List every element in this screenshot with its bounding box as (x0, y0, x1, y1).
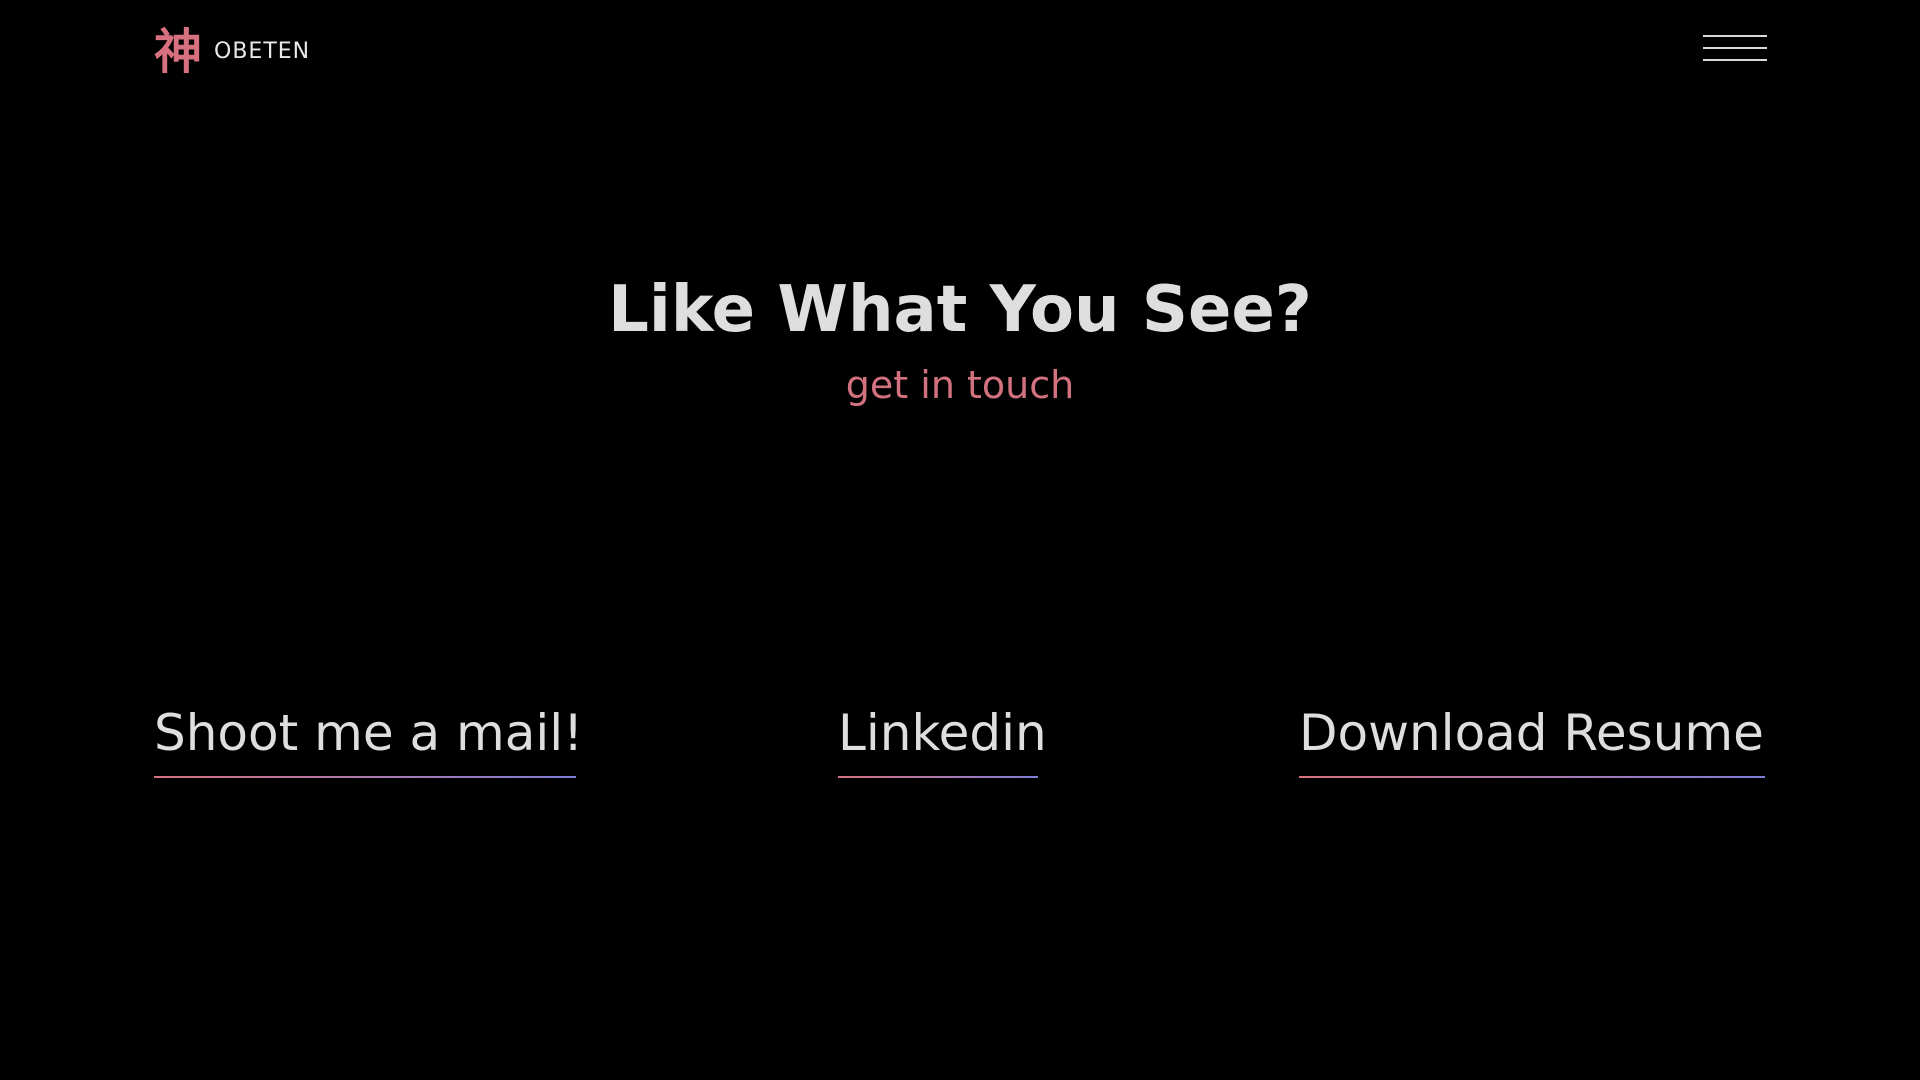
email-link-label: Shoot me a mail! (154, 704, 584, 762)
linkedin-link-underline (838, 776, 1038, 778)
linkedin-link-label: Linkedin (838, 704, 1047, 762)
page-title: Like What You See? (608, 273, 1312, 347)
email-link-underline (154, 776, 576, 778)
download-resume-link[interactable]: Download Resume (1299, 700, 1765, 780)
download-resume-link-label: Download Resume (1299, 704, 1764, 762)
download-resume-link-underline (1299, 776, 1765, 778)
site-header: 神 OBETEN (0, 0, 1920, 100)
page-subtitle: get in touch (845, 363, 1075, 407)
linkedin-link[interactable]: Linkedin (838, 700, 1047, 780)
menu-line (1703, 47, 1767, 49)
email-link[interactable]: Shoot me a mail! (154, 700, 584, 780)
hamburger-menu-icon[interactable] (1703, 34, 1767, 64)
site-logo[interactable]: 神 OBETEN (154, 26, 310, 78)
menu-line (1703, 35, 1767, 37)
logo-text: OBETEN (214, 39, 311, 64)
menu-line (1703, 59, 1767, 61)
logo-kanji-glyph: 神 (154, 24, 203, 80)
